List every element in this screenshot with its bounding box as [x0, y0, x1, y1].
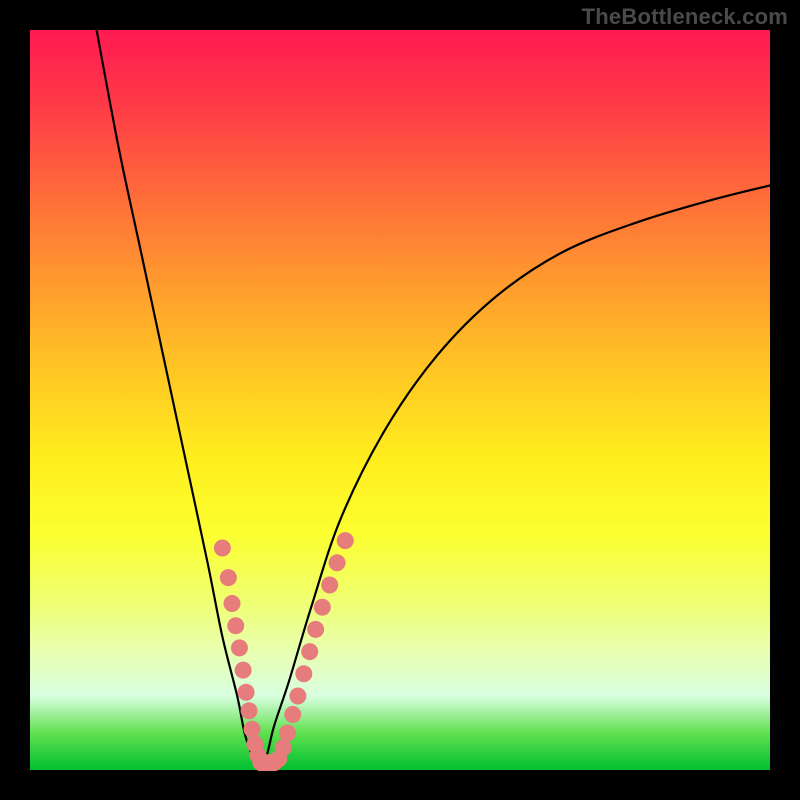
watermark-text: TheBottleneck.com [582, 4, 788, 30]
marker-point [289, 688, 306, 705]
marker-point [238, 684, 255, 701]
marker-point [224, 595, 241, 612]
marker-point [220, 569, 237, 586]
marker-point [321, 577, 338, 594]
marker-point [337, 532, 354, 549]
marker-point [279, 725, 296, 742]
marker-point [314, 599, 331, 616]
marker-point [235, 662, 252, 679]
marker-point [307, 621, 324, 638]
marker-point [231, 639, 248, 656]
chart-svg [30, 30, 770, 770]
marker-point [244, 721, 261, 738]
marker-point [241, 702, 258, 719]
marker-group [214, 532, 354, 771]
plot-area [30, 30, 770, 770]
chart-frame: TheBottleneck.com [0, 0, 800, 800]
marker-point [214, 540, 231, 557]
marker-point [227, 617, 244, 634]
bottleneck-curve [97, 30, 770, 770]
marker-point [284, 706, 301, 723]
marker-point [329, 554, 346, 571]
marker-point [295, 665, 312, 682]
marker-point [275, 739, 292, 756]
marker-point [301, 643, 318, 660]
